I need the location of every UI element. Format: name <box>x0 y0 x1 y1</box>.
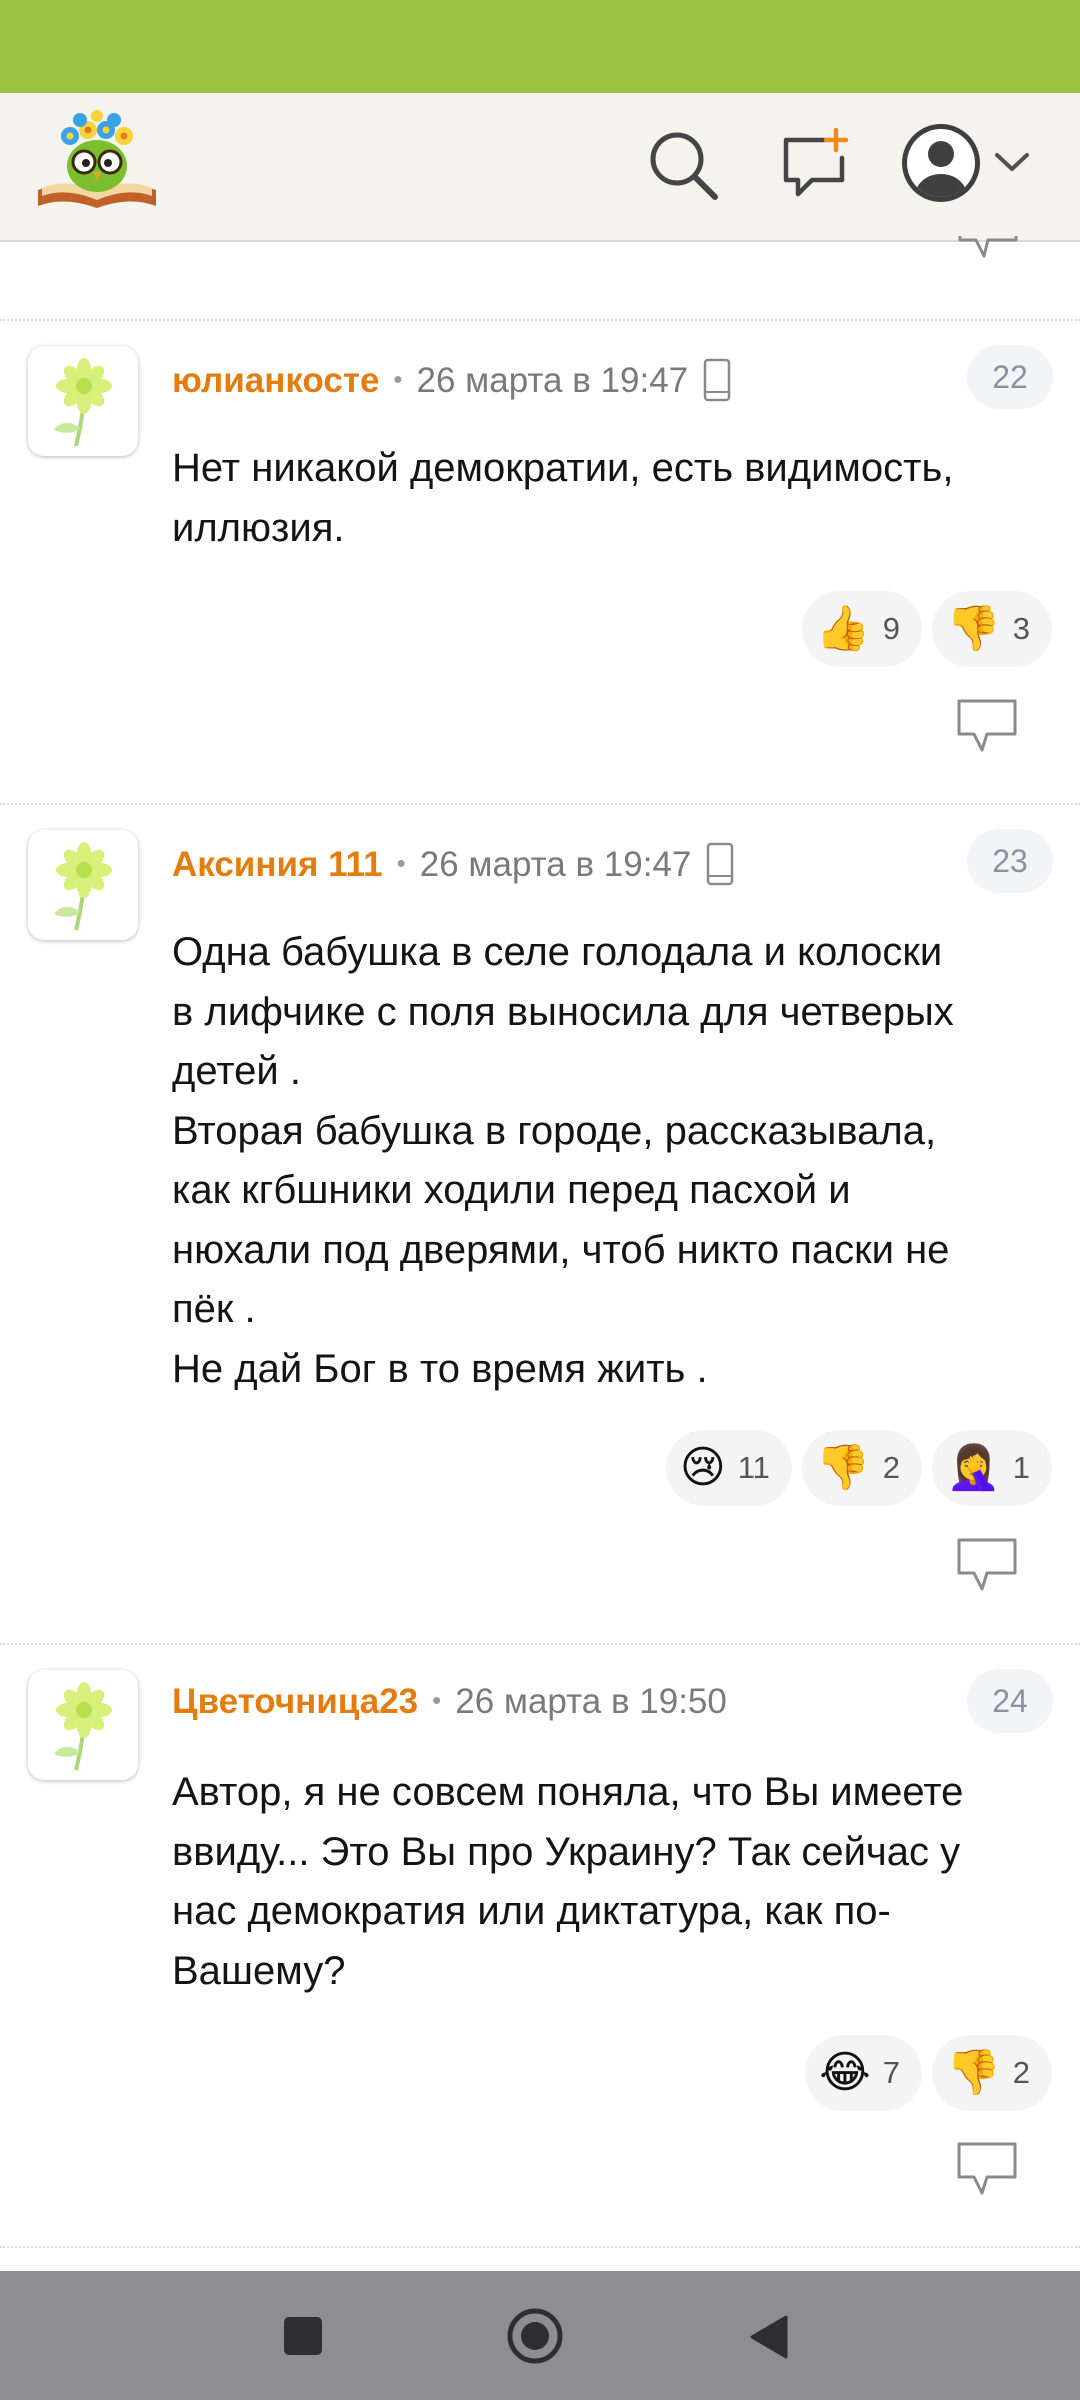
comment-text: Одна бабушка в селе голодала и колоски в… <box>172 923 1062 1399</box>
reaction-thumbs-down[interactable]: 👎 2 <box>801 1430 922 1506</box>
reply-icon[interactable] <box>956 698 1018 752</box>
text-line: Одна бабушка в селе голодала и колоски <box>172 930 943 974</box>
reaction-count: 7 <box>882 2055 900 2090</box>
thumbs-down-icon: 👎 <box>945 2048 1001 2097</box>
reactions-bar: 👍 9 👎 3 <box>801 591 1052 667</box>
reaction-thumbs-down[interactable]: 👎 3 <box>931 591 1052 667</box>
facepalm-icon: 🤦‍♀️ <box>945 1443 1001 1492</box>
text-line: в лифчике с поля выносила для четверых <box>172 989 954 1034</box>
user-avatar-icon[interactable] <box>900 122 982 204</box>
comment-date: 26 марта в 19:47 <box>416 361 689 400</box>
thumbs-down-icon: 👎 <box>945 604 1001 653</box>
reaction-thumbs-down[interactable]: 👎 2 <box>931 2035 1052 2111</box>
thumbs-up-icon: 👍 <box>815 604 871 653</box>
text-line: пёк . <box>172 1287 256 1331</box>
mobile-phone-icon <box>703 358 731 402</box>
text-line: детей . <box>172 1049 301 1093</box>
text-line: как кгбшники ходили перед пасхой и <box>172 1168 851 1212</box>
comment-author[interactable]: Цветочница23 <box>172 1682 418 1721</box>
separator-dot: • <box>393 364 403 394</box>
reaction-count: 9 <box>882 611 900 646</box>
daisy-avatar-icon <box>54 358 112 447</box>
comment-meta: юлианкосте • 26 марта в 19:47 <box>172 358 732 402</box>
comment-number[interactable]: 22 <box>967 345 1053 409</box>
separator-dot: • <box>396 848 406 878</box>
home-circle-icon[interactable] <box>506 2307 564 2365</box>
text-line: иллюзия. <box>172 505 345 550</box>
comment-meta: Аксиния 111 • 26 марта в 19:47 <box>172 842 735 886</box>
comment-number[interactable]: 23 <box>967 829 1053 893</box>
commenter-avatar[interactable] <box>28 346 138 456</box>
mobile-phone-icon <box>707 842 734 886</box>
reply-icon[interactable] <box>956 2141 1018 2195</box>
reply-icon[interactable] <box>956 1537 1018 1591</box>
site-logo[interactable] <box>34 110 160 210</box>
reaction-count: 2 <box>882 1450 900 1485</box>
commenter-avatar[interactable] <box>28 1670 138 1780</box>
chevron-down-icon[interactable] <box>992 148 1032 176</box>
text-line: нас демократия или диктатура, как по- <box>172 1889 891 1933</box>
reaction-crying[interactable]: 😢 11 <box>665 1430 792 1506</box>
search-icon[interactable] <box>645 127 721 203</box>
system-nav-bar <box>0 2271 1080 2400</box>
daisy-avatar-icon <box>54 1682 112 1771</box>
reactions-bar: 😢 11 👎 2 🤦‍♀️ 1 <box>665 1430 1052 1506</box>
comment-author[interactable]: юлианкосте <box>172 361 379 400</box>
comment-date: 26 марта в 19:47 <box>419 845 692 884</box>
reaction-facepalm[interactable]: 🤦‍♀️ 1 <box>931 1430 1052 1506</box>
create-post-icon[interactable] <box>780 128 852 200</box>
reaction-count: 1 <box>1012 1450 1030 1485</box>
text-line: Вторая бабушка в городе, рассказывала, <box>172 1108 937 1153</box>
comment-divider <box>0 1643 1080 1645</box>
comment-number[interactable]: 24 <box>967 1669 1053 1733</box>
text-line: Вашему? <box>172 1948 346 1993</box>
commenter-avatar[interactable] <box>28 830 138 940</box>
comment-date: 26 марта в 19:50 <box>455 1682 727 1721</box>
reaction-count: 3 <box>1012 611 1030 646</box>
thumbs-down-icon: 👎 <box>815 1443 871 1492</box>
daisy-avatar-icon <box>54 842 112 931</box>
comment-divider <box>0 2246 1080 2248</box>
reply-icon[interactable] <box>958 236 1018 266</box>
text-line: ввиду... Это Вы про Украину? Так сейчас … <box>172 1829 961 1874</box>
text-line: Не дай Бог в то время жить . <box>172 1346 708 1391</box>
comment-meta: Цветочница23 • 26 марта в 19:50 <box>172 1682 727 1722</box>
comment-text: Автор, я не совсем поняла, что Вы имеете… <box>172 1763 1062 2001</box>
reaction-laughing[interactable]: 😂 7 <box>805 2035 922 2111</box>
recents-square-icon[interactable] <box>282 2315 324 2357</box>
separator-dot: • <box>432 1685 442 1715</box>
comment-divider <box>0 319 1080 321</box>
back-triangle-icon[interactable] <box>746 2313 790 2361</box>
text-line: Нет никакой демократии, есть видимость, <box>172 446 954 490</box>
text-line: нюхали под дверями, чтоб никто паски не <box>172 1227 950 1272</box>
reaction-count: 2 <box>1012 2055 1030 2090</box>
comment-divider <box>0 803 1080 805</box>
tears-of-joy-icon: 😂 <box>819 2048 871 2097</box>
reaction-thumbs-up[interactable]: 👍 9 <box>801 591 922 667</box>
text-line: Автор, я не совсем поняла, что Вы имеете <box>172 1770 964 1814</box>
comment-text: Нет никакой демократии, есть видимость, … <box>172 439 1062 558</box>
crying-face-icon: 😢 <box>679 1443 726 1492</box>
reaction-count: 11 <box>737 1450 770 1485</box>
reactions-bar: 😂 7 👎 2 <box>805 2035 1052 2111</box>
status-bar <box>0 0 1080 93</box>
comment-author[interactable]: Аксиния 111 <box>172 845 383 884</box>
